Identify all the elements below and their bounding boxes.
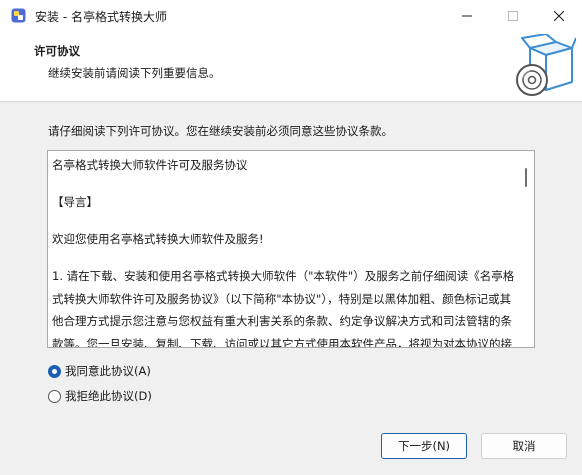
wizard-footer: 下一步(N) 取消: [0, 425, 582, 475]
license-content: 名亭格式转换大师软件许可及服务协议 【导言】 欢迎您使用名亭格式转换大师软件及服…: [52, 154, 518, 348]
page-subtitle: 继续安装前请阅读下列重要信息。: [48, 66, 221, 80]
wizard-header: 许可协议 继续安装前请阅读下列重要信息。: [0, 32, 582, 101]
title-bar: 安装 - 名亭格式转换大师: [0, 0, 582, 32]
accept-label[interactable]: 我同意此协议(A): [65, 363, 151, 379]
maximize-button: [490, 0, 536, 32]
minimize-button[interactable]: [444, 0, 490, 32]
decline-option[interactable]: 我拒绝此协议(D): [48, 388, 152, 404]
license-scrollbar[interactable]: [518, 151, 534, 347]
close-button[interactable]: [536, 0, 582, 32]
close-icon: [554, 11, 564, 21]
accept-radio[interactable]: [48, 364, 61, 378]
install-box-cd-icon: [516, 34, 576, 96]
next-button[interactable]: 下一步(N): [381, 433, 467, 459]
decline-radio[interactable]: [48, 389, 61, 403]
license-intro-text: 请仔细阅读下列许可协议。您在继续安装前必须同意这些协议条款。: [48, 124, 393, 138]
license-text-box[interactable]: 名亭格式转换大师软件许可及服务协议 【导言】 欢迎您使用名亭格式转换大师软件及服…: [47, 150, 535, 348]
license-title-line: 名亭格式转换大师软件许可及服务协议: [52, 158, 248, 172]
decline-label[interactable]: 我拒绝此协议(D): [65, 388, 152, 404]
minimize-icon: [462, 15, 472, 17]
license-welcome-line: 欢迎您使用名亭格式转换大师软件及服务!: [52, 232, 264, 246]
accept-option[interactable]: 我同意此协议(A): [48, 363, 151, 379]
page-title: 许可协议: [34, 44, 80, 58]
license-paragraph: 1. 请在下载、安装和使用名亭格式转换大师软件（"本软件"）及服务之前仔细阅读《…: [52, 269, 515, 348]
cancel-button[interactable]: 取消: [481, 433, 567, 459]
wizard-body: 请仔细阅读下列许可协议。您在继续安装前必须同意这些协议条款。 名亭格式转换大师软…: [0, 102, 582, 425]
window-title: 安装 - 名亭格式转换大师: [35, 10, 167, 24]
scrollbar-thumb[interactable]: [525, 168, 527, 187]
maximize-icon: [508, 11, 518, 21]
license-preface-heading: 【导言】: [52, 195, 98, 209]
app-icon: [11, 8, 26, 23]
